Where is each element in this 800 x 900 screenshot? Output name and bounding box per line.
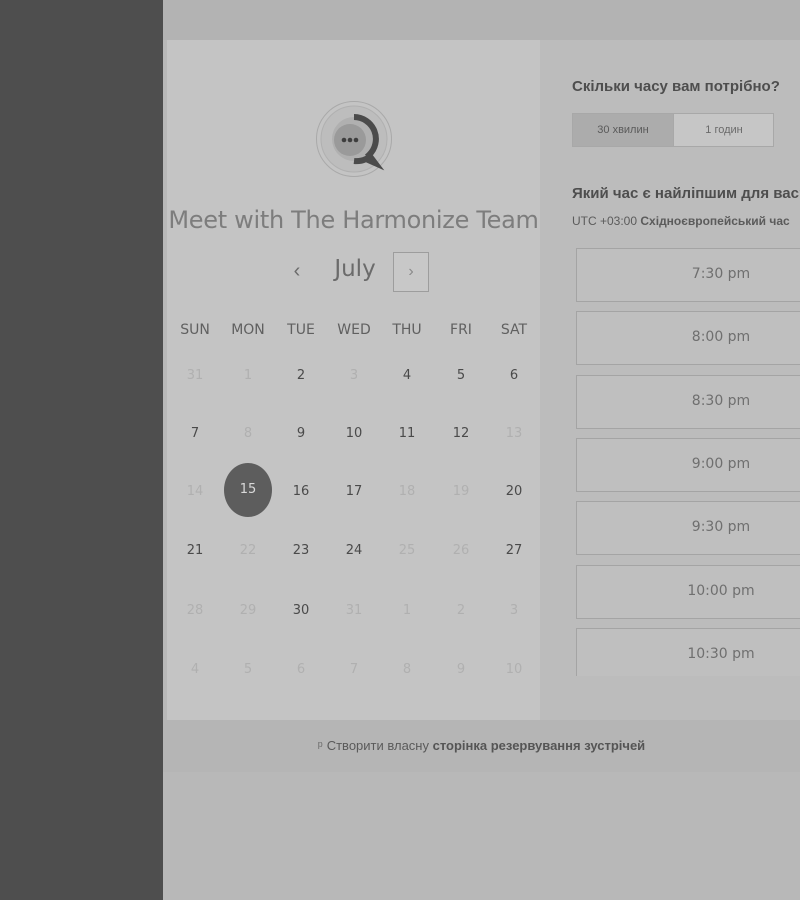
- prev-month-button[interactable]: ‹: [285, 260, 309, 284]
- calendar-day: 18: [398, 484, 416, 499]
- calendar-day[interactable]: 5: [441, 368, 481, 383]
- time-slot-label: 10:30 pm: [687, 645, 755, 662]
- calendar-day: 8: [243, 426, 253, 441]
- duration-selector: 30 хвилин 1 годин: [572, 113, 774, 147]
- team-avatar: [316, 101, 392, 177]
- booking-pane: Скільки часу вам потрібно? 30 хвилин 1 г…: [540, 40, 800, 720]
- calendar-day: 3: [349, 368, 359, 383]
- weekday-header: WED: [337, 322, 371, 338]
- calendar-day: 10: [505, 662, 523, 677]
- time-slot-label: 7:30 pm: [691, 266, 751, 282]
- calendar-day[interactable]: 2: [281, 368, 321, 383]
- next-month-button[interactable]: ›: [393, 252, 429, 292]
- calendar-day: 6: [296, 662, 306, 677]
- calendar-day: 5: [243, 662, 253, 677]
- calendar-day[interactable]: 7: [175, 426, 215, 441]
- timezone-name: Східноєвропейський час: [640, 214, 790, 228]
- footer: ᵖ Створити власну сторінка резервування з…: [163, 720, 800, 772]
- calendar-day[interactable]: 12: [441, 426, 481, 441]
- calendar-day: 4: [190, 662, 200, 677]
- calendar-day: 31: [345, 603, 363, 618]
- calendar-day[interactable]: 30: [281, 603, 321, 618]
- calendar-day[interactable]: 4: [387, 368, 427, 383]
- time-slot-label: 8:30 pm: [691, 392, 751, 409]
- time-slot-label: 10:00 pm: [687, 582, 755, 599]
- meeting-title: Meet with The Harmonize Team: [168, 206, 539, 234]
- weekday-header: SUN: [180, 322, 210, 338]
- time-slot-list: 7:30 pm 8:00 pm 8:30 pm 9:00 pm 9:30 pm 10:00…: [576, 248, 800, 676]
- footer-link[interactable]: сторінка резервування зустрічей: [433, 738, 646, 753]
- calendar-day: 3: [509, 603, 519, 618]
- calendar-day: 29: [239, 603, 257, 618]
- calendar-day[interactable]: 23: [281, 543, 321, 558]
- calendar-day: 19: [452, 484, 470, 499]
- duration-1-hour-button[interactable]: 1 годин: [673, 114, 774, 146]
- calendar-day: 1: [243, 368, 253, 383]
- booking-card: Meet with The Harmonize Team ‹ July › SU…: [167, 40, 800, 720]
- weekday-header: SAT: [500, 322, 528, 338]
- duration-30-min-button[interactable]: 30 хвилин: [573, 114, 673, 146]
- timezone-label[interactable]: UTC +03:00 Східноєвропейський час: [572, 214, 790, 228]
- calendar-day[interactable]: 10: [334, 426, 374, 441]
- time-slot-button[interactable]: 8:30 pm: [576, 374, 800, 429]
- calendar-day[interactable]: 16: [281, 484, 321, 499]
- calendar-day: 26: [452, 543, 470, 558]
- time-slot-label: 9:00 pm: [691, 455, 751, 472]
- time-slot-button[interactable]: 9:30 pm: [576, 501, 800, 556]
- hubspot-logo-icon: ᵖ: [317, 738, 323, 753]
- weekday-header: TUE: [287, 322, 315, 338]
- calendar-day: 14: [186, 484, 204, 499]
- footer-prefix: Створити власну: [326, 738, 429, 753]
- time-question: Який час є найліпшим для вас?: [572, 185, 800, 202]
- calendar-day[interactable]: 6: [494, 368, 534, 383]
- month-label: July: [334, 256, 376, 282]
- calendar-day[interactable]: 11: [387, 426, 427, 441]
- time-slot-label: 9:30 pm: [691, 519, 751, 536]
- weekday-header: MON: [231, 322, 265, 338]
- month-navigation: ‹ July ›: [167, 252, 540, 292]
- timezone-offset: UTC +03:00: [572, 214, 638, 228]
- calendar-day: 13: [505, 426, 523, 441]
- time-slot-label: 8:00 pm: [691, 329, 751, 346]
- calendar-day: 25: [398, 543, 416, 558]
- time-slot-button[interactable]: 10:00 pm: [576, 564, 800, 619]
- time-slot-button[interactable]: 9:00 pm: [576, 437, 800, 492]
- calendar-day-selected[interactable]: 15: [224, 463, 272, 517]
- calendar-day: 28: [186, 603, 204, 618]
- duration-question: Скільки часу вам потрібно?: [572, 78, 780, 95]
- calendar-day: 9: [456, 662, 466, 677]
- calendar-pane: Meet with The Harmonize Team ‹ July › SU…: [167, 40, 540, 720]
- time-slot-button[interactable]: 10:30 pm: [576, 627, 800, 676]
- footer-text: ᵖ Створити власну сторінка резервування з…: [163, 738, 800, 753]
- time-slot-button[interactable]: 8:00 pm: [576, 311, 800, 366]
- weekday-header: FRI: [450, 322, 472, 338]
- top-bar: [163, 0, 800, 40]
- time-slot-button[interactable]: 7:30 pm: [576, 248, 800, 302]
- chat-bubble-icon: [320, 105, 388, 173]
- calendar-day[interactable]: 20: [494, 484, 534, 499]
- weekday-header: THU: [392, 322, 422, 338]
- calendar-day: 22: [239, 543, 257, 558]
- calendar-day[interactable]: 24: [334, 543, 374, 558]
- calendar-day[interactable]: 27: [494, 543, 534, 558]
- calendar-day[interactable]: 17: [334, 484, 374, 499]
- calendar-day: 31: [186, 368, 204, 383]
- calendar-day: 7: [349, 662, 359, 677]
- calendar-day: 1: [402, 603, 412, 618]
- calendar-day: 2: [456, 603, 466, 618]
- calendar-day: 8: [402, 662, 412, 677]
- calendar-day[interactable]: 9: [281, 426, 321, 441]
- calendar-day[interactable]: 21: [175, 543, 215, 558]
- left-sidebar: [0, 0, 163, 900]
